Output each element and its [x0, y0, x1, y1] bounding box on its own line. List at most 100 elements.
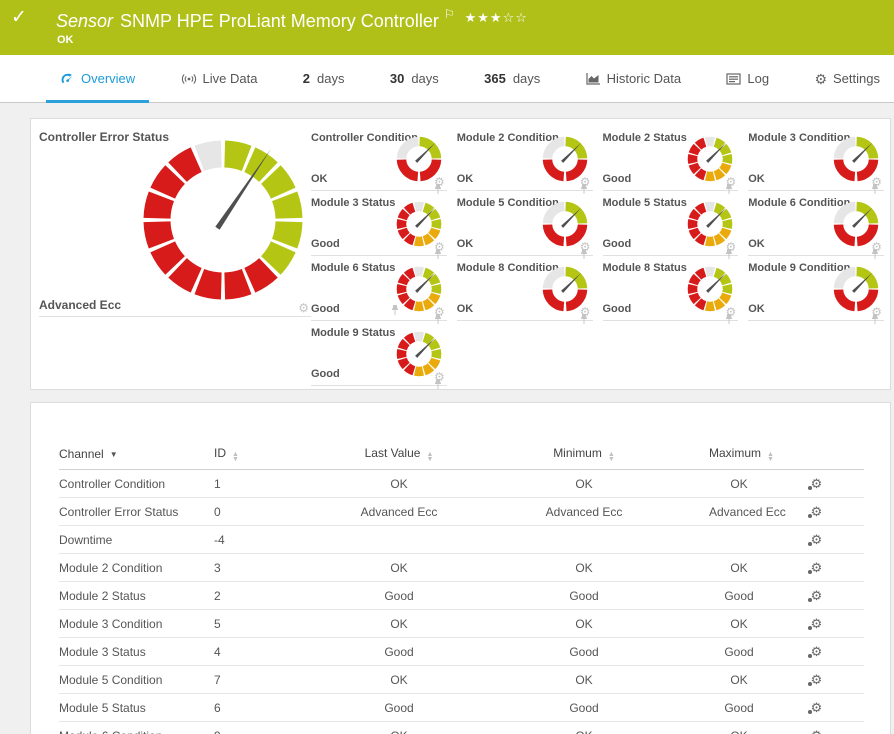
gauge-pin-icon[interactable] — [579, 313, 589, 325]
tab-strong-label: 365 — [484, 71, 506, 86]
tab-settings[interactable]: ⚙ Settings — [800, 55, 894, 102]
gauge-cell-module-2-condition[interactable]: Module 2 Condition OK ⚙ — [456, 126, 593, 194]
gauge-title: Module 5 Status — [602, 197, 687, 209]
channel-last-value — [339, 525, 459, 554]
channel-maximum: OK — [709, 609, 769, 638]
priority-stars[interactable]: ★★★☆☆ — [465, 10, 528, 25]
tab-label: days — [512, 71, 541, 86]
channel-row-module-3-condition: Module 3 Condition 5 OK OK OK ⚙ — [59, 609, 864, 638]
gauge-title: Module 9 Status — [311, 327, 396, 339]
channel-row-controller-condition: Controller Condition 1 OK OK OK ⚙ — [59, 469, 864, 498]
gauge-title: Module 8 Status — [602, 262, 687, 274]
channel-last-value: OK — [339, 469, 459, 498]
channel-maximum: OK — [709, 469, 769, 498]
gauge-value: Good — [311, 238, 340, 250]
channel-actions-cell: ⚙ — [769, 525, 864, 554]
channel-last-value: OK — [339, 665, 459, 694]
channel-settings-icon[interactable]: ⚙ — [811, 729, 823, 734]
tab-label: Overview — [81, 71, 136, 86]
tab-log[interactable]: Log — [712, 55, 783, 102]
channel-settings-icon[interactable]: ⚙ — [807, 617, 822, 630]
tab-live-data[interactable]: Live Data — [167, 55, 272, 102]
gauge-cell-module-6-condition[interactable]: Module 6 Condition OK ⚙ — [748, 191, 884, 259]
channel-settings-icon[interactable]: ⚙ — [807, 589, 822, 602]
tab-overview[interactable]: Overview — [46, 55, 150, 103]
channel-name: Module 5 Condition — [59, 665, 214, 694]
sensor-title: Sensor SNMP HPE ProLiant Memory Controlle… — [56, 7, 528, 32]
channel-row-module-3-status: Module 3 Status 4 Good Good Good ⚙ — [59, 637, 864, 666]
channel-actions-cell: ⚙ — [769, 721, 864, 734]
gauge-title: Module 6 Status — [311, 262, 396, 274]
sensor-status-badge: OK — [57, 34, 74, 46]
gauge-cell-module-5-condition[interactable]: Module 5 Condition OK ⚙ — [456, 191, 593, 259]
channel-name: Module 5 Status — [59, 693, 214, 722]
channel-settings-icon[interactable]: ⚙ — [807, 701, 822, 714]
gauges-panel: Controller Error Status Advanced Ecc ⚙ C… — [30, 118, 891, 390]
channel-name: Module 3 Status — [59, 637, 214, 666]
gauge-cell-module-9-condition[interactable]: Module 9 Condition OK ⚙ — [748, 256, 884, 324]
gauge-cell-module-3-status[interactable]: Module 3 Status Good ⚙ — [311, 191, 447, 259]
gauge-cell-module-6-status[interactable]: Module 6 Status Good ⚙ — [311, 256, 447, 324]
tab-historic-data[interactable]: Historic Data — [572, 55, 695, 102]
gauge-value: OK — [456, 173, 474, 185]
gauge-cell-module-9-status[interactable]: Module 9 Status Good ⚙ — [311, 321, 447, 389]
channel-row-module-2-status: Module 2 Status 2 Good Good Good ⚙ — [59, 581, 864, 610]
gauge-cell-controller-error-status[interactable]: Controller Error Status Advanced Ecc ⚙ — [39, 126, 399, 317]
channel-settings-icon[interactable]: ⚙ — [807, 673, 822, 686]
gauge-cell-module-5-status[interactable]: Module 5 Status Good ⚙ — [602, 191, 739, 259]
gauge-cell-module-2-status[interactable]: Module 2 Status Good ⚙ — [602, 126, 739, 194]
channel-minimum: OK — [459, 609, 709, 638]
column-header-id[interactable]: ID ▲ ▼ — [214, 441, 339, 470]
channel-settings-icon[interactable]: ⚙ — [807, 561, 822, 574]
chart-icon — [586, 72, 601, 85]
gauge-cell-module-8-condition[interactable]: Module 8 Condition OK ⚙ — [456, 256, 593, 324]
channel-id: 7 — [214, 665, 339, 694]
gauge-icon — [60, 72, 75, 85]
channel-actions-cell: ⚙ — [769, 637, 864, 666]
tab-strong-label: 30 — [389, 71, 405, 86]
gauge-cell-module-8-status[interactable]: Module 8 Status Good ⚙ — [602, 256, 739, 324]
channel-settings-icon[interactable]: ⚙ — [807, 477, 822, 490]
channel-name: Module 6 Condition — [59, 721, 214, 734]
gauge-value: OK — [456, 303, 474, 315]
tab-bar: Overview Live Data 2 days 30 days 365 days Histo… — [0, 55, 894, 103]
column-header-channel[interactable]: Channel ▼ — [59, 441, 214, 470]
gauge-settings-gear-icon[interactable]: ⚙ — [298, 302, 309, 314]
gauge-title: Module 2 Status — [602, 132, 687, 144]
channel-row-module-5-status: Module 5 Status 6 Good Good Good ⚙ — [59, 693, 864, 722]
tab-label: Settings — [833, 71, 880, 86]
prtg-sensor-page: ✓ Sensor SNMP HPE ProLiant Memory Control… — [0, 0, 894, 734]
column-label: ID — [214, 446, 226, 460]
channels-panel: Channel ▼ ID ▲ ▼ Last Value ▲ ▼ Minimum ▲ ▼ Maximum… — [30, 402, 891, 734]
gauge-pin-icon[interactable] — [433, 378, 443, 390]
sort-both-icon: ▲ ▼ — [426, 451, 434, 463]
gauge-value: Good — [602, 303, 632, 315]
gauge-value: Good — [602, 173, 632, 185]
gauge-cell-module-3-condition[interactable]: Module 3 Condition OK ⚙ — [748, 126, 884, 194]
channel-actions-cell: ⚙ — [769, 693, 864, 722]
tab-days[interactable]: 30 days — [376, 55, 453, 102]
column-header-last-value[interactable]: Last Value ▲ ▼ — [339, 441, 459, 470]
sensor-header: ✓ Sensor SNMP HPE ProLiant Memory Control… — [0, 0, 894, 55]
column-label: Channel — [59, 447, 104, 461]
tab-days[interactable]: 2 days — [289, 55, 359, 102]
gauge-pin-icon[interactable] — [870, 313, 880, 325]
channel-settings-icon[interactable]: ⚙ — [807, 505, 822, 518]
channel-id: -4 — [214, 525, 339, 554]
column-header-minimum[interactable]: Minimum ▲ ▼ — [459, 441, 709, 470]
sort-desc-icon: ▼ — [109, 450, 118, 459]
channel-actions-cell: ⚙ — [769, 553, 864, 582]
channel-maximum: Good — [709, 581, 769, 610]
channel-settings-icon[interactable]: ⚙ — [807, 533, 822, 546]
column-header-maximum[interactable]: Maximum ▲ ▼ — [709, 441, 774, 470]
channel-settings-icon[interactable]: ⚙ — [807, 645, 822, 658]
tab-days[interactable]: 365 days — [470, 55, 554, 102]
gauge-cell-controller-condition[interactable]: Controller Condition OK ⚙ — [311, 126, 447, 194]
channels-table: Channel ▼ ID ▲ ▼ Last Value ▲ ▼ Minimum ▲ ▼ Maximum… — [59, 441, 864, 734]
sort-both-icon: ▲ ▼ — [232, 451, 239, 463]
channel-row-module-6-condition: Module 6 Condition9OKOKOK⚙ — [59, 721, 864, 734]
priority-flag-icon[interactable]: ⚐ — [444, 7, 455, 21]
gauge-value: OK — [748, 238, 765, 250]
gauge-pin-icon[interactable] — [724, 313, 734, 325]
small-gauges-grid: Controller Condition OK ⚙ Module 2 Conditio… — [311, 126, 884, 389]
